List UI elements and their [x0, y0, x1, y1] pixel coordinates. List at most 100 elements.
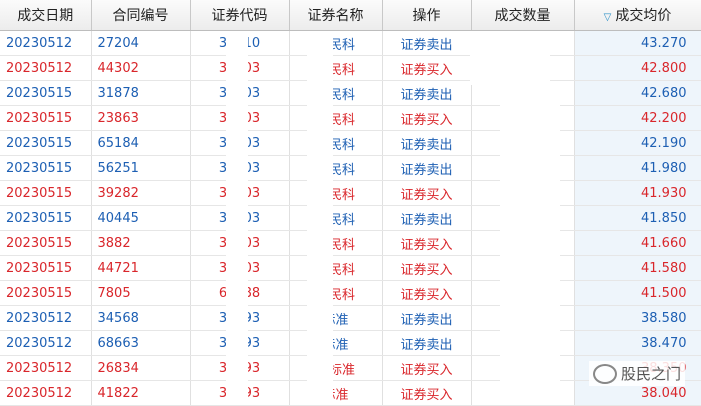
trade-records-grid: 成交日期 合同编号 证券代码 证券名称 操作 成交数量 ▽ 成交均价 202305…: [0, 0, 701, 406]
table-row[interactable]: 202305126866330093标准证券卖出038.470: [0, 330, 701, 356]
cell-operation: 证券卖出: [382, 30, 472, 56]
cell-name: 华民科: [289, 55, 383, 81]
cell-price: 41.930: [574, 180, 701, 206]
privacy-mask-qty-2: [500, 85, 560, 404]
cell-contract: 34568: [91, 305, 191, 331]
cell-contract: 44721: [91, 255, 191, 281]
cell-name: 华民科: [289, 30, 383, 56]
cell-name: 华民科: [289, 105, 383, 131]
cell-name: 华民科: [289, 255, 383, 281]
cell-date: 20230515: [0, 80, 92, 106]
cell-name: 标准: [289, 305, 383, 331]
cell-price: 42.190: [574, 130, 701, 156]
cell-name: 华民科: [289, 130, 383, 156]
cell-operation: 证券卖出: [382, 205, 472, 231]
cell-date: 20230515: [0, 205, 92, 231]
table-row[interactable]: 202305154472130103华民科证券买入041.580: [0, 255, 701, 281]
cell-contract: 39282: [91, 180, 191, 206]
col-header-code[interactable]: 证券代码: [190, 0, 290, 31]
cell-operation: 证券买入: [382, 105, 472, 131]
cell-date: 20230512: [0, 55, 92, 81]
privacy-mask-code: [226, 31, 248, 404]
table-row[interactable]: 202305155625130103华民科证券卖出041.980: [0, 155, 701, 181]
cell-operation: 证券买入: [382, 380, 472, 406]
cell-name: 华民科: [289, 205, 383, 231]
privacy-mask-qty-1: [470, 31, 550, 85]
col-header-contract[interactable]: 合同编号: [91, 0, 191, 31]
table-row[interactable]: 202305153187830103华民科证券卖出042.680: [0, 80, 701, 106]
cell-contract: 68663: [91, 330, 191, 356]
cell-price: 42.680: [574, 80, 701, 106]
cell-date: 20230515: [0, 255, 92, 281]
col-header-quantity[interactable]: 成交数量: [471, 0, 575, 31]
table-row[interactable]: 202305124430230103华民科证券买入42.800: [0, 55, 701, 81]
watermark-text: 股民之门: [620, 365, 681, 383]
cell-operation: 证券卖出: [382, 130, 472, 156]
cell-price: 41.850: [574, 205, 701, 231]
trade-table: 成交日期 合同编号 证券代码 证券名称 操作 成交数量 ▽ 成交均价 202305…: [0, 0, 701, 406]
cell-operation: 证券卖出: [382, 305, 472, 331]
cell-contract: 27204: [91, 30, 191, 56]
table-row[interactable]: 20230515388230103华民科证券买入041.660: [0, 230, 701, 256]
cell-date: 20230515: [0, 155, 92, 181]
cell-contract: 41822: [91, 380, 191, 406]
cell-name: 标准: [289, 380, 383, 406]
cell-date: 20230512: [0, 355, 92, 381]
privacy-mask-name: [307, 31, 333, 404]
cell-operation: 证券买入: [382, 355, 472, 381]
sort-desc-icon: ▽: [603, 12, 612, 23]
cell-operation: 证券卖出: [382, 155, 472, 181]
cell-name: 华民科: [289, 230, 383, 256]
col-header-price-label: 成交均价: [615, 8, 672, 24]
table-row[interactable]: 202305156518430103华民科证券卖出042.190: [0, 130, 701, 156]
cell-name: 华民科: [289, 80, 383, 106]
table-row[interactable]: 202305123456830093标准证券卖出038.580: [0, 305, 701, 331]
cell-operation: 证券卖出: [382, 80, 472, 106]
cell-operation: 证券买入: [382, 280, 472, 306]
table-row[interactable]: 202305122720430110华民科证券卖出43.270: [0, 30, 701, 56]
cell-contract: 31878: [91, 80, 191, 106]
cell-date: 20230515: [0, 130, 92, 156]
cell-date: 20230515: [0, 230, 92, 256]
cell-name: 华民科: [289, 280, 383, 306]
cell-price: 42.800: [574, 55, 701, 81]
table-row[interactable]: 202305152386330103华民科证券买入042.200: [0, 105, 701, 131]
wechat-icon: [592, 363, 617, 384]
cell-price: 43.270: [574, 30, 701, 56]
cell-contract: 26834: [91, 355, 191, 381]
table-row[interactable]: 202305154044530103华民科证券卖出041.850: [0, 205, 701, 231]
cell-price: 41.580: [574, 255, 701, 281]
cell-date: 20230512: [0, 330, 92, 356]
cell-price: 38.470: [574, 330, 701, 356]
cell-operation: 证券买入: [382, 230, 472, 256]
cell-date: 20230515: [0, 105, 92, 131]
table-row[interactable]: 20230515780560188华民科证券买入041.500: [0, 280, 701, 306]
cell-name: 华民科: [289, 155, 383, 181]
cell-contract: 23863: [91, 105, 191, 131]
cell-operation: 证券买入: [382, 55, 472, 81]
cell-date: 20230515: [0, 280, 92, 306]
watermark: 股民之门: [588, 361, 685, 386]
col-header-name[interactable]: 证券名称: [289, 0, 383, 31]
col-header-price[interactable]: ▽ 成交均价: [574, 0, 701, 31]
cell-name: 华民科: [289, 180, 383, 206]
cell-name: 标准: [289, 330, 383, 356]
col-header-date[interactable]: 成交日期: [0, 0, 92, 31]
cell-date: 20230512: [0, 30, 92, 56]
cell-contract: 3882: [91, 230, 191, 256]
col-header-operation[interactable]: 操作: [382, 0, 472, 31]
cell-price: 38.580: [574, 305, 701, 331]
cell-operation: 证券买入: [382, 180, 472, 206]
cell-price: 41.500: [574, 280, 701, 306]
cell-price: 42.200: [574, 105, 701, 131]
cell-operation: 证券买入: [382, 255, 472, 281]
cell-date: 20230512: [0, 380, 92, 406]
cell-date: 20230512: [0, 305, 92, 331]
cell-price: 41.980: [574, 155, 701, 181]
cell-name: 测标准: [289, 355, 383, 381]
cell-price: 41.660: [574, 230, 701, 256]
table-row[interactable]: 202305153928230103华民科证券买入041.930: [0, 180, 701, 206]
cell-contract: 56251: [91, 155, 191, 181]
header-row: 成交日期 合同编号 证券代码 证券名称 操作 成交数量 ▽ 成交均价: [0, 0, 701, 31]
cell-operation: 证券卖出: [382, 330, 472, 356]
